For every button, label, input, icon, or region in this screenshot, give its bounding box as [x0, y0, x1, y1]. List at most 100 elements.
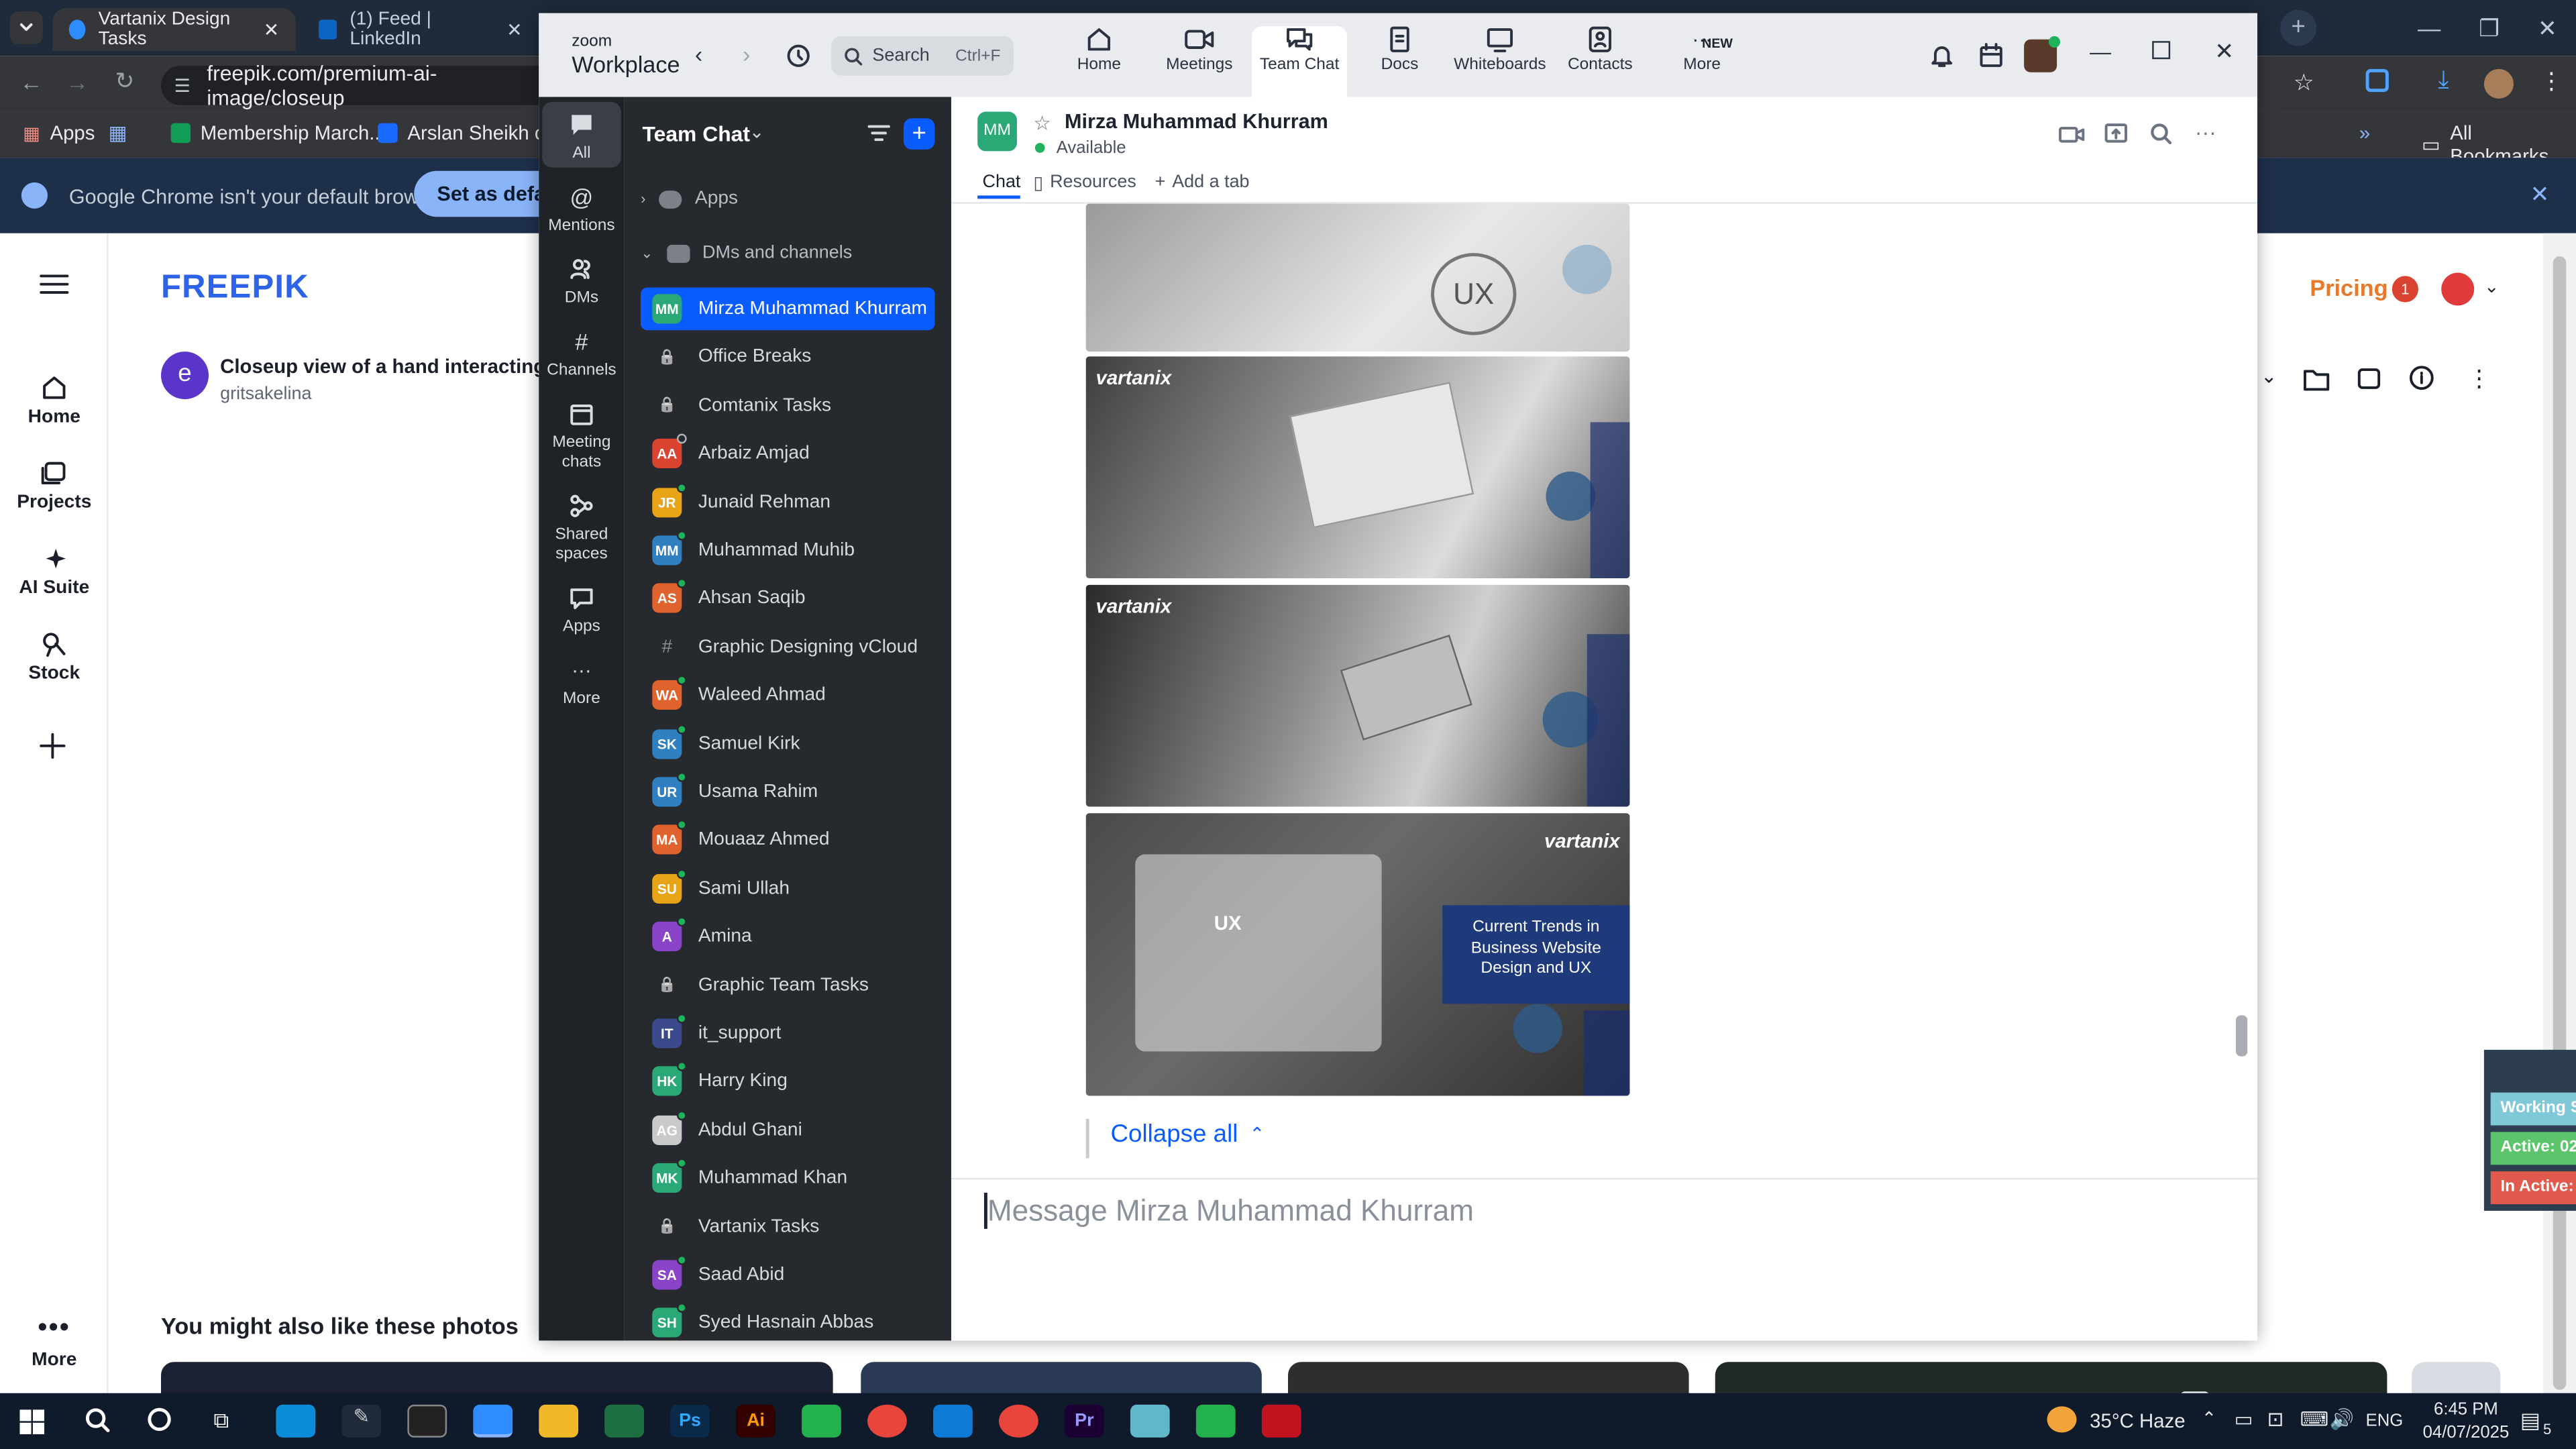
browser-tab[interactable]: Vartanix Design Tasks ✕: [52, 8, 296, 51]
filter-icon[interactable]: [867, 123, 890, 143]
close-icon[interactable]: ✕: [2214, 38, 2234, 66]
rail-meeting-chats[interactable]: Meeting chats: [539, 402, 624, 473]
weather-text[interactable]: 35°C Haze: [2090, 1409, 2185, 1432]
reload-icon[interactable]: ↻: [115, 67, 134, 95]
illustrator-icon[interactable]: Ai: [736, 1404, 775, 1438]
tab-contacts[interactable]: Contacts: [1548, 26, 1653, 92]
rail-shared-spaces[interactable]: Shared spaces: [539, 494, 624, 565]
notification-icon[interactable]: ▤: [2520, 1408, 2540, 1434]
app-icon[interactable]: [802, 1404, 841, 1438]
tab-team-chat[interactable]: Team Chat: [1252, 26, 1348, 97]
contact-row[interactable]: MM Mirza Muhammad Khurram: [641, 287, 935, 331]
rail-channels[interactable]: # Channels: [539, 330, 624, 381]
site-info-icon[interactable]: ☰: [174, 74, 191, 96]
chrome-icon[interactable]: [998, 1404, 1038, 1438]
hamburger-menu-icon[interactable]: [40, 273, 69, 296]
task-view-icon[interactable]: ⧉: [213, 1408, 229, 1434]
rail-dms[interactable]: DMs: [539, 258, 624, 309]
minimize-icon[interactable]: —: [2418, 15, 2440, 41]
tab-whiteboards[interactable]: Whiteboards: [1448, 26, 1553, 92]
list-title[interactable]: Team Chat: [643, 121, 750, 146]
chat-avatar[interactable]: MM: [977, 111, 1017, 152]
rail-mentions[interactable]: @ Mentions: [539, 186, 624, 237]
new-chat-button[interactable]: +: [903, 118, 935, 150]
tray-icon[interactable]: ⊡: [2267, 1408, 2284, 1431]
contact-row[interactable]: MA Mouaaz Ahmed: [641, 819, 934, 862]
contact-row[interactable]: IT it_support: [641, 1012, 934, 1055]
close-window-icon[interactable]: ✕: [2538, 14, 2557, 42]
maximize-icon[interactable]: [2152, 41, 2171, 60]
message-input[interactable]: Message Mirza Muhammad Khurram: [987, 1194, 1474, 1228]
contact-row[interactable]: MM Muhammad Muhib: [641, 529, 934, 572]
tab-home[interactable]: Home: [1046, 26, 1152, 92]
back-icon[interactable]: ‹: [695, 41, 702, 67]
chevron-down-icon[interactable]: ⌄: [2484, 276, 2500, 297]
volume-icon[interactable]: 🔊: [2330, 1408, 2355, 1431]
contact-row[interactable]: SU Sami Ullah: [641, 867, 934, 910]
nav-more[interactable]: ••• More: [0, 1314, 109, 1370]
contact-row[interactable]: A Amina: [641, 916, 934, 959]
message-image[interactable]: vartanix: [1085, 584, 1630, 807]
rail-all[interactable]: All: [539, 113, 624, 164]
contact-row[interactable]: WA Waleed Ahmad: [641, 674, 934, 717]
contact-row[interactable]: AS Ahsan Saqib: [641, 578, 934, 621]
tab-search-icon[interactable]: [9, 11, 43, 45]
bookmark-star-icon[interactable]: ☆: [2294, 69, 2314, 97]
address-bar[interactable]: ☰ freepik.com/premium-ai-image/closeup: [161, 61, 572, 110]
photoshop-icon[interactable]: Ps: [670, 1404, 710, 1438]
message-image[interactable]: vartanix UX Current Trends in Business W…: [1085, 813, 1630, 1096]
chevron-up-icon[interactable]: ⌃: [2202, 1408, 2217, 1429]
tab-meetings[interactable]: Meetings: [1146, 26, 1252, 92]
freepik-logo[interactable]: FREEPIK: [161, 270, 309, 307]
message-image[interactable]: vartanix: [1085, 356, 1630, 579]
contact-row[interactable]: JR Junaid Rehman: [641, 481, 934, 524]
calendar-icon[interactable]: [1978, 43, 2004, 69]
video-call-icon[interactable]: [2059, 125, 2085, 144]
network-icon[interactable]: ⌨: [2300, 1408, 2328, 1431]
rail-apps[interactable]: Apps: [539, 586, 624, 637]
minimize-icon[interactable]: —: [2090, 40, 2111, 64]
section-dms[interactable]: ⌄ DMs and channels: [641, 243, 852, 262]
contact-row[interactable]: SH Syed Hasnain Abbas: [641, 1302, 934, 1341]
star-icon[interactable]: ☆: [1033, 112, 1051, 135]
rail-more[interactable]: ··· More: [539, 659, 624, 710]
collapse-all-button[interactable]: Collapse all ⌃: [1111, 1120, 1265, 1148]
contact-row[interactable]: UR Usama Rahim: [641, 771, 934, 814]
close-tab-icon[interactable]: ✕: [506, 18, 523, 41]
clock-time[interactable]: 6:45 PM: [2428, 1400, 2504, 1419]
bell-icon[interactable]: [1929, 43, 1955, 69]
more-options-icon[interactable]: ⋮: [2467, 365, 2490, 393]
language-indicator[interactable]: ENG: [2366, 1411, 2404, 1431]
contact-row[interactable]: HK Harry King: [641, 1061, 934, 1104]
search-icon[interactable]: [85, 1408, 110, 1433]
user-avatar[interactable]: [2024, 36, 2061, 72]
share-screen-icon[interactable]: [2104, 123, 2127, 145]
zoom-taskbar-icon[interactable]: [473, 1404, 513, 1438]
contact-row[interactable]: 🔒 Office Breaks: [641, 336, 934, 379]
search-icon[interactable]: [2151, 123, 2172, 145]
zoom-search[interactable]: Search Ctrl+F: [831, 36, 1014, 76]
tray-icon[interactable]: ▭: [2235, 1408, 2253, 1431]
tab-resources[interactable]: ▯ Resources: [1033, 172, 1136, 194]
chevron-down-icon[interactable]: ⌄: [2261, 365, 2277, 388]
edge-icon[interactable]: [276, 1404, 316, 1438]
notification-badge[interactable]: 1: [2392, 276, 2418, 303]
browser-menu-icon[interactable]: ⋮: [2540, 67, 2563, 95]
nav-stock[interactable]: Stock: [0, 631, 109, 684]
clock-date[interactable]: 04/07/2025: [2422, 1423, 2510, 1442]
windows-start-icon[interactable]: [19, 1409, 45, 1434]
bookmark-membership[interactable]: Membership March...: [170, 121, 386, 145]
new-tab-icon[interactable]: +: [2280, 9, 2317, 46]
acrobat-icon[interactable]: [1261, 1404, 1301, 1438]
download-icon[interactable]: ⤓: [2438, 66, 2449, 94]
message-image[interactable]: UX: [1085, 203, 1630, 352]
page-scrollbar[interactable]: [2543, 233, 2576, 1403]
collection-icon[interactable]: [2356, 365, 2382, 391]
vscode-icon[interactable]: [933, 1404, 973, 1438]
close-tab-icon[interactable]: ✕: [264, 18, 280, 41]
nav-projects[interactable]: Projects: [0, 460, 109, 513]
close-infobar-icon[interactable]: ✕: [2530, 180, 2549, 209]
profile-avatar[interactable]: [2483, 68, 2514, 99]
back-icon[interactable]: ←: [19, 69, 42, 95]
add-icon[interactable]: [40, 733, 66, 759]
